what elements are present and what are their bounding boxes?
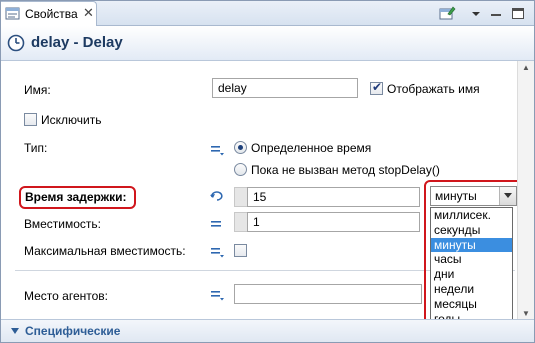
- units-option[interactable]: месяцы: [431, 297, 512, 312]
- close-icon[interactable]: ✕: [83, 5, 94, 21]
- equals-icon[interactable]: [209, 217, 225, 231]
- units-select[interactable]: минуты: [430, 186, 517, 206]
- capacity-label: Вместимость:: [24, 217, 101, 231]
- title-bar: delay - Delay: [1, 26, 534, 61]
- units-option[interactable]: секунды: [431, 223, 512, 238]
- tab-strip: Свойства ✕: [1, 1, 534, 26]
- properties-icon: [5, 7, 21, 21]
- max-capacity-label: Максимальная вместимость:: [24, 244, 186, 258]
- section-specific[interactable]: Специфические: [1, 319, 534, 342]
- chevron-down-icon: [504, 193, 512, 198]
- max-capacity-checkbox[interactable]: [234, 244, 247, 257]
- tab-label: Свойства: [25, 7, 78, 21]
- view-menu-icon[interactable]: [467, 5, 485, 22]
- properties-panel: Свойства ✕ delay - Delay Имя: delay ✔ От…: [0, 0, 535, 343]
- static-value-icon[interactable]: [209, 245, 225, 259]
- section-label: Специфические: [25, 324, 121, 338]
- page-title: delay - Delay: [31, 34, 123, 51]
- show-name-label: Отображать имя: [387, 82, 480, 96]
- exclude-label: Исключить: [41, 113, 102, 127]
- radio-selected-dot: [238, 145, 243, 150]
- type-radio-stopdelay[interactable]: [234, 163, 247, 176]
- delay-grip: [234, 187, 248, 207]
- type-option-fixed: Определенное время: [251, 141, 372, 155]
- dynamic-value-icon[interactable]: [209, 189, 225, 203]
- agent-location-combo[interactable]: [234, 284, 422, 304]
- agent-location-label: Место агентов:: [24, 289, 109, 303]
- type-label: Тип:: [24, 141, 48, 155]
- static-value-icon[interactable]: [209, 288, 225, 302]
- pin-edit-icon[interactable]: [438, 5, 456, 22]
- delay-label: Время задержки:: [25, 190, 127, 204]
- units-option-selected[interactable]: минуты: [431, 237, 512, 253]
- units-listbox: миллисек. секунды минуты часы дни недели…: [430, 207, 513, 327]
- minimize-icon[interactable]: [487, 5, 505, 22]
- type-radio-fixed[interactable]: [234, 141, 247, 154]
- type-option-stopdelay: Пока не вызван метод stopDelay(): [251, 163, 440, 177]
- units-option[interactable]: часы: [431, 252, 512, 267]
- chevron-down-icon: [11, 328, 19, 334]
- name-input[interactable]: delay: [212, 78, 358, 98]
- check-mark-icon: ✔: [372, 80, 383, 94]
- units-selected-value: минуты: [435, 189, 477, 203]
- tab-properties[interactable]: Свойства ✕: [1, 1, 97, 26]
- capacity-input[interactable]: 1: [247, 212, 420, 232]
- properties-content: Имя: delay ✔ Отображать имя Исключить Ти…: [1, 61, 530, 342]
- name-label: Имя:: [24, 83, 51, 97]
- delay-input[interactable]: 15: [247, 187, 420, 207]
- units-option[interactable]: дни: [431, 267, 512, 282]
- static-value-icon[interactable]: [209, 143, 225, 157]
- units-option[interactable]: миллисек.: [431, 208, 512, 223]
- show-name-checkbox[interactable]: ✔: [370, 80, 383, 95]
- scroll-down-icon[interactable]: ▼: [522, 309, 530, 318]
- maximize-icon[interactable]: [509, 5, 527, 22]
- dropdown-button[interactable]: [499, 187, 516, 205]
- vertical-scrollbar[interactable]: ▲ ▼: [517, 61, 534, 323]
- exclude-checkbox[interactable]: [24, 113, 37, 126]
- scroll-up-icon[interactable]: ▲: [522, 63, 530, 72]
- capacity-grip: [234, 212, 248, 232]
- clock-icon: [7, 34, 25, 52]
- units-option[interactable]: недели: [431, 282, 512, 297]
